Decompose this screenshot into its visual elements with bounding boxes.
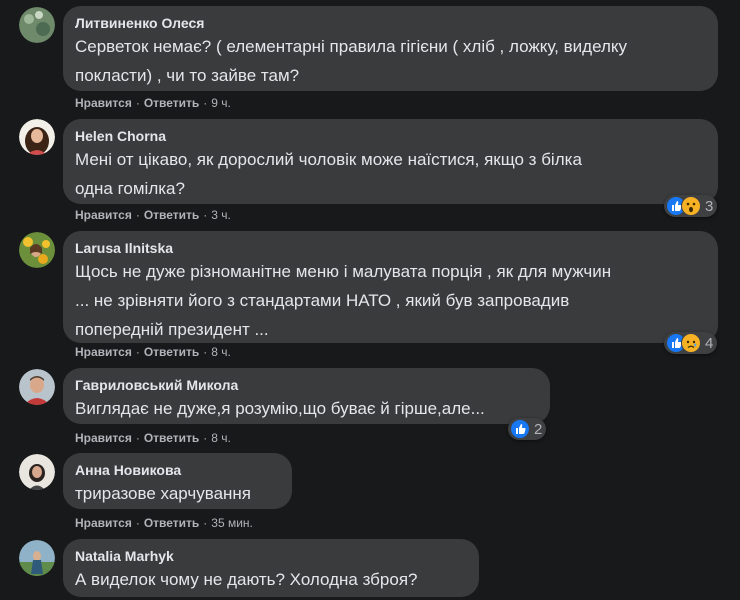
comment-bubble: Литвиненко Олеся Серветок немає? ( елеме… — [63, 6, 718, 91]
comment-bubble: Гавриловський Микола Виглядає не дуже,я … — [63, 368, 550, 424]
wow-icon — [681, 196, 701, 216]
avatar[interactable] — [19, 369, 55, 405]
reaction-count: 3 — [705, 197, 714, 215]
like-button[interactable]: Нравится — [75, 431, 132, 445]
comment-time[interactable]: 8 ч. — [211, 431, 231, 445]
reply-button[interactable]: Ответить — [144, 208, 199, 222]
like-icon — [510, 419, 530, 439]
reaction-summary[interactable]: 2 — [508, 418, 547, 440]
comment-actions: Нравится · Ответить · 35 мин. — [75, 516, 253, 530]
comment-text: Щось не дуже різноманітне меню і малуват… — [75, 262, 612, 339]
separator: · — [203, 516, 208, 530]
comment-bubble: Larusa Ilnitska Щось не дуже різноманітн… — [63, 231, 718, 343]
separator: · — [135, 96, 140, 110]
comment-bubble: Natalia Marhyk А виделок чому не дають? … — [63, 539, 479, 597]
reply-button[interactable]: Ответить — [144, 96, 199, 110]
comment-time[interactable]: 9 ч. — [211, 96, 231, 110]
comment-actions: Нравится · Ответить · 8 ч. — [75, 345, 231, 359]
comment-bubble: Helen Chorna Мені от цікаво, як дорослий… — [63, 119, 718, 204]
reply-button[interactable]: Ответить — [144, 431, 199, 445]
comment-author[interactable]: Larusa Ilnitska — [75, 239, 706, 257]
comment-author[interactable]: Helen Chorna — [75, 127, 706, 145]
reaction-count: 2 — [534, 420, 543, 438]
separator: · — [203, 208, 208, 222]
comment-bubble: Анна Новикова триразове харчування — [63, 453, 292, 509]
comment-text: Серветок немає? ( елементарні правила гі… — [75, 37, 628, 85]
separator: · — [135, 431, 140, 445]
comment-author[interactable]: Литвиненко Олеся — [75, 14, 706, 32]
avatar[interactable] — [19, 7, 55, 43]
separator: · — [135, 345, 140, 359]
comment-text: Мені от цікаво, як дорослий чоловік може… — [75, 150, 582, 198]
sad-icon — [681, 333, 701, 353]
separator: · — [135, 208, 140, 222]
comment-actions: Нравится · Ответить · 8 ч. — [75, 431, 231, 445]
comment-text: триразове харчування — [75, 484, 252, 503]
separator: · — [203, 431, 208, 445]
reaction-count: 4 — [705, 334, 714, 352]
reaction-summary[interactable]: 4 — [664, 332, 718, 354]
comment-author[interactable]: Гавриловський Микола — [75, 376, 538, 394]
avatar[interactable] — [19, 454, 55, 490]
comment-text: А виделок чому не дають? Холодна зброя? — [75, 570, 418, 589]
comment-time[interactable]: 35 мин. — [211, 516, 253, 530]
reply-button[interactable]: Ответить — [144, 345, 199, 359]
like-button[interactable]: Нравится — [75, 208, 132, 222]
like-button[interactable]: Нравится — [75, 516, 132, 530]
comment-time[interactable]: 3 ч. — [211, 208, 231, 222]
reaction-summary[interactable]: 3 — [664, 195, 718, 217]
avatar[interactable] — [19, 540, 55, 576]
comment-time[interactable]: 8 ч. — [211, 345, 231, 359]
comment-actions: Нравится · Ответить · 3 ч. — [75, 208, 231, 222]
comment-author[interactable]: Natalia Marhyk — [75, 547, 467, 565]
comment-author[interactable]: Анна Новикова — [75, 461, 280, 479]
separator: · — [203, 96, 208, 110]
like-button[interactable]: Нравится — [75, 96, 132, 110]
comment-text: Виглядає не дуже,я розумію,що буває й гі… — [75, 399, 485, 418]
like-button[interactable]: Нравится — [75, 345, 132, 359]
reply-button[interactable]: Ответить — [144, 516, 199, 530]
comment-actions: Нравится · Ответить · 9 ч. — [75, 96, 231, 110]
separator: · — [203, 345, 208, 359]
avatar[interactable] — [19, 119, 55, 155]
separator: · — [135, 516, 140, 530]
avatar[interactable] — [19, 232, 55, 268]
